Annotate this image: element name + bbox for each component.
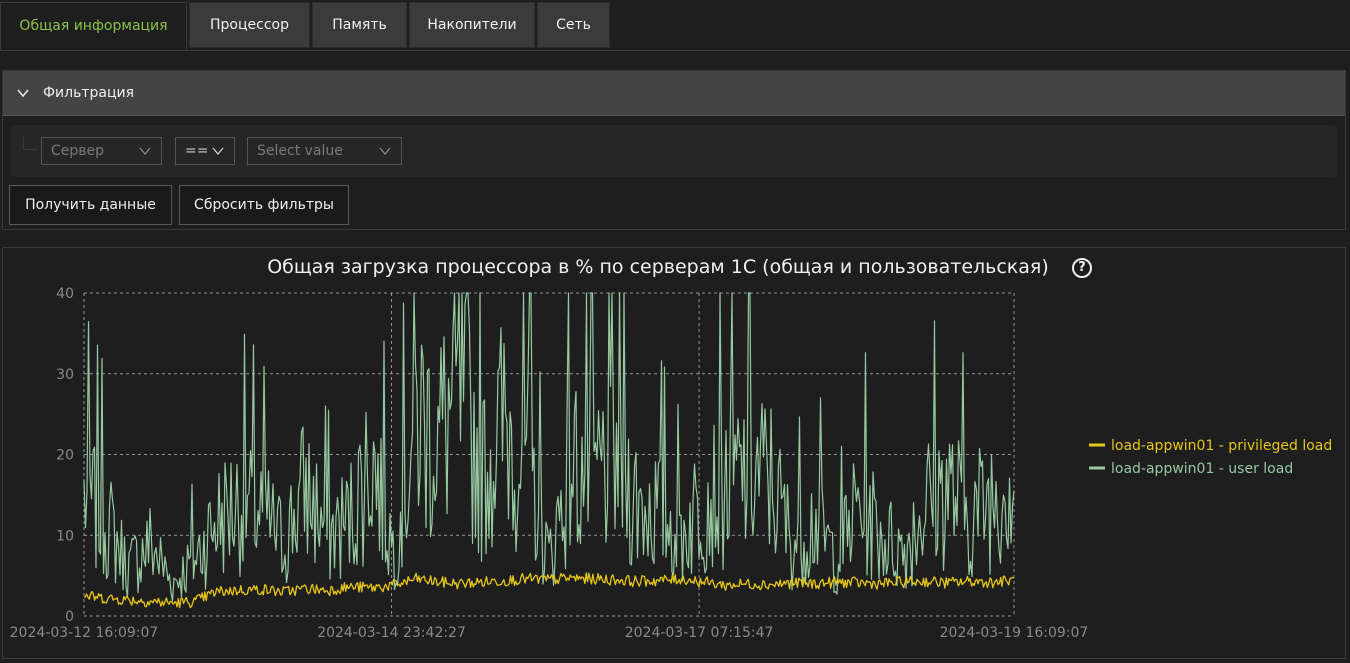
- field-select[interactable]: Сервер: [41, 137, 162, 165]
- legend-label: load-appwin01 - privileged load: [1111, 438, 1332, 454]
- chevron-down-icon: [212, 147, 224, 156]
- chart-panel: Общая загрузка процессора в % по сервера…: [2, 247, 1346, 659]
- series-privileged-load-line: [83, 572, 1015, 609]
- filter-condition-row: Сервер == Select value: [11, 125, 1337, 177]
- x-tick-label: 2024-03-19 16:09:07: [940, 625, 1089, 641]
- tree-connector: [23, 135, 38, 150]
- y-tick-label: 0: [65, 609, 74, 625]
- tab-memory[interactable]: Память: [312, 2, 407, 48]
- chevron-down-icon: [379, 147, 391, 156]
- tab-bar: Общая информация Процессор Память Накопи…: [0, 0, 1350, 51]
- value-select[interactable]: Select value: [247, 137, 402, 165]
- y-tick-label: 40: [56, 286, 74, 302]
- filter-panel: Фильтрация Сервер == Select value Получи…: [2, 70, 1346, 230]
- x-tick-label: 2024-03-17 07:15:47: [625, 625, 774, 641]
- y-tick-label: 30: [56, 367, 74, 383]
- tab-network[interactable]: Сеть: [537, 2, 610, 48]
- get-data-button[interactable]: Получить данные: [9, 185, 172, 225]
- chevron-down-icon: [17, 89, 29, 98]
- cpu-load-chart: 0 10 20 30 40 2024-03-12 16:09:07 2024-03-14 2…: [10, 286, 1333, 641]
- x-tick-label: 2024-03-14 23:42:27: [317, 625, 466, 641]
- tab-general-info[interactable]: Общая информация: [0, 2, 187, 50]
- filter-header[interactable]: Фильтрация: [3, 71, 1345, 116]
- series-user-load-line: [83, 292, 1015, 602]
- tab-processor[interactable]: Процессор: [189, 2, 310, 48]
- operator-select[interactable]: ==: [175, 137, 235, 165]
- operator-select-value: ==: [185, 143, 209, 159]
- reset-filters-button[interactable]: Сбросить фильтры: [179, 185, 349, 225]
- filter-title: Фильтрация: [43, 85, 135, 101]
- y-tick-label: 20: [56, 448, 74, 464]
- chevron-down-icon: [139, 147, 151, 156]
- legend-label: load-appwin01 - user load: [1111, 461, 1293, 477]
- x-tick-label: 2024-03-12 16:09:07: [10, 625, 159, 641]
- y-tick-label: 10: [56, 528, 74, 544]
- tab-storage[interactable]: Накопители: [409, 2, 535, 48]
- field-select-value: Сервер: [51, 143, 105, 159]
- value-select-placeholder: Select value: [257, 143, 343, 159]
